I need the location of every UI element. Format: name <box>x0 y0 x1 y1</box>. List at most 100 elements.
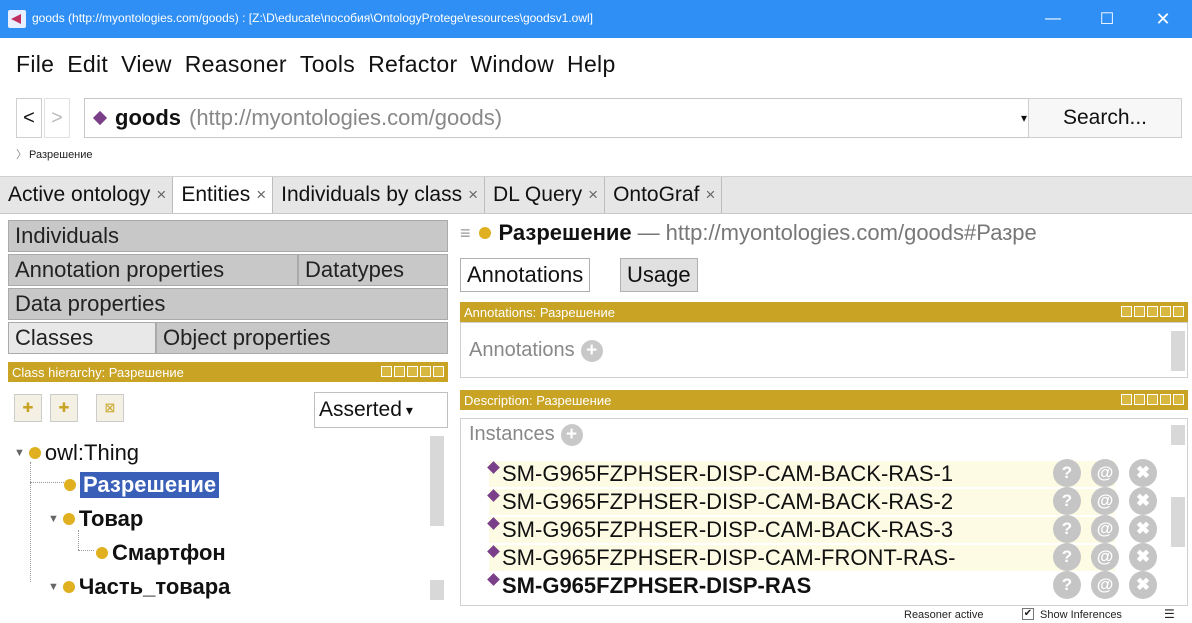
close-button[interactable]: ✕ <box>1140 0 1186 38</box>
delete-button[interactable]: ✖ <box>1129 487 1157 515</box>
tab-active-ontology[interactable]: Active ontology × <box>0 177 174 213</box>
instance-item[interactable]: SM-G965FZPHSER-DISP-CAM-BACK-RAS-1 <box>487 460 1115 487</box>
split-vertical-icon[interactable] <box>1134 394 1145 405</box>
split-vertical-icon[interactable] <box>1134 306 1145 317</box>
instance-item[interactable]: SM-G965FZPHSER-DISP-CAM-BACK-RAS-2 <box>487 488 1115 515</box>
maximize-button[interactable]: ☐ <box>1084 0 1130 38</box>
instance-item[interactable]: SM-G965FZPHSER-DISP-RAS <box>487 572 1115 599</box>
close-view-icon[interactable] <box>433 366 444 377</box>
float-icon[interactable] <box>1160 306 1171 317</box>
forward-button[interactable]: > <box>44 98 70 138</box>
menu-view[interactable]: View <box>121 51 172 78</box>
menu-tools[interactable]: Tools <box>300 51 355 78</box>
delete-button[interactable]: ✖ <box>1129 515 1157 543</box>
instances-scrollbar[interactable] <box>1171 425 1185 445</box>
menu-help[interactable]: Help <box>567 51 616 78</box>
add-subclass-button[interactable]: ✚ <box>14 394 42 422</box>
back-button[interactable]: < <box>16 98 42 138</box>
delete-button[interactable]: ✖ <box>1129 571 1157 599</box>
float-icon[interactable] <box>420 366 431 377</box>
close-tab-icon[interactable]: × <box>705 185 715 205</box>
close-view-icon[interactable] <box>1173 306 1184 317</box>
annotate-button[interactable]: @ <box>1091 487 1119 515</box>
hamburger-icon[interactable]: ≡ <box>460 223 471 244</box>
instances-scrollbar-thumb[interactable] <box>1171 497 1185 547</box>
tab-individuals[interactable]: Individuals <box>8 220 448 252</box>
help-icon[interactable] <box>381 366 392 377</box>
annotate-button[interactable]: @ <box>1091 543 1119 571</box>
tab-classes[interactable]: Classes <box>8 322 156 354</box>
explain-button[interactable]: ? <box>1053 543 1081 571</box>
explain-button[interactable]: ? <box>1053 515 1081 543</box>
menu-refactor[interactable]: Refactor <box>368 51 457 78</box>
tab-ontograf[interactable]: OntoGraf × <box>605 177 723 213</box>
tab-annotation-properties[interactable]: Annotation properties <box>8 254 298 286</box>
tab-entities[interactable]: Entities × <box>173 177 274 213</box>
breadcrumb[interactable]: 〉 Разрешение <box>16 146 93 162</box>
tree-node-chast-tovara[interactable]: ▼ Часть_товара <box>48 574 230 600</box>
annotate-button[interactable]: @ <box>1091 515 1119 543</box>
individual-icon <box>487 460 500 474</box>
explain-button[interactable]: ? <box>1053 571 1081 599</box>
close-tab-icon[interactable]: × <box>468 185 478 205</box>
add-annotation-icon[interactable]: + <box>580 339 603 362</box>
breadcrumb-item[interactable]: Разрешение <box>29 149 93 161</box>
instance-label: SM-G965FZPHSER-DISP-CAM-BACK-RAS-1 <box>502 461 954 486</box>
instance-item[interactable]: SM-G965FZPHSER-DISP-CAM-BACK-RAS-3 <box>487 516 1115 543</box>
annotations-header: Annotations: Разрешение <box>460 302 1188 322</box>
tab-usage[interactable]: Usage <box>620 258 698 292</box>
annotate-button[interactable]: @ <box>1091 459 1119 487</box>
explain-button[interactable]: ? <box>1053 459 1081 487</box>
delete-class-button[interactable]: ⊠ <box>96 394 124 422</box>
split-horizontal-icon[interactable] <box>1147 394 1158 405</box>
instance-item[interactable]: SM-G965FZPHSER-DISP-CAM-FRONT-RAS- <box>487 544 1115 571</box>
show-inferences-checkbox[interactable]: ✔ <box>1022 608 1034 620</box>
expand-toggle-icon[interactable]: ▼ <box>48 513 59 525</box>
tree-guide <box>30 482 66 483</box>
tab-annotations[interactable]: Annotations <box>460 258 591 292</box>
description-header-title: Description: Разрешение <box>464 392 612 408</box>
menu-reasoner[interactable]: Reasoner <box>185 51 287 78</box>
annotations-scrollbar[interactable] <box>1171 331 1185 371</box>
tree-node-owl-thing[interactable]: ▼ owl:Thing <box>14 440 139 466</box>
delete-button[interactable]: ✖ <box>1129 543 1157 571</box>
menu-edit[interactable]: Edit <box>67 51 108 78</box>
expand-toggle-icon[interactable]: ▼ <box>14 447 25 459</box>
menu-file[interactable]: File <box>16 51 54 78</box>
tree-scrollbar[interactable] <box>430 436 444 526</box>
close-tab-icon[interactable]: × <box>156 185 166 205</box>
add-instance-icon[interactable]: + <box>560 423 583 446</box>
explain-button[interactable]: ? <box>1053 487 1081 515</box>
log-icon[interactable]: ☰ <box>1164 607 1175 621</box>
chevron-down-icon[interactable]: ▾ <box>1021 111 1027 125</box>
tree-node-razreshenie[interactable]: Разрешение <box>64 472 220 498</box>
split-vertical-icon[interactable] <box>394 366 405 377</box>
annotate-button[interactable]: @ <box>1091 571 1119 599</box>
tab-object-properties[interactable]: Object properties <box>156 322 448 354</box>
split-horizontal-icon[interactable] <box>407 366 418 377</box>
help-icon[interactable] <box>1121 306 1132 317</box>
search-button[interactable]: Search... <box>1028 98 1182 138</box>
tab-datatypes[interactable]: Datatypes <box>298 254 448 286</box>
minimize-button[interactable]: — <box>1030 0 1076 38</box>
tree-node-tovar[interactable]: ▼ Товар <box>48 506 143 532</box>
close-tab-icon[interactable]: × <box>588 185 598 205</box>
ontology-address-field[interactable]: goods (http://myontologies.com/goods) ▾ <box>84 98 1034 138</box>
float-icon[interactable] <box>1160 394 1171 405</box>
tab-label: Active ontology <box>8 183 151 206</box>
tab-individuals-by-class[interactable]: Individuals by class × <box>273 177 486 213</box>
tree-node-smartfon[interactable]: Смартфон <box>96 540 226 566</box>
delete-button[interactable]: ✖ <box>1129 459 1157 487</box>
menu-window[interactable]: Window <box>470 51 554 78</box>
close-view-icon[interactable] <box>1173 394 1184 405</box>
help-icon[interactable] <box>1121 394 1132 405</box>
close-tab-icon[interactable]: × <box>256 185 266 205</box>
tab-data-properties[interactable]: Data properties <box>8 288 448 320</box>
reasoner-status: Reasoner active <box>904 609 984 621</box>
split-horizontal-icon[interactable] <box>1147 306 1158 317</box>
add-sibling-button[interactable]: ✚ <box>50 394 78 422</box>
hierarchy-mode-select[interactable]: Asserted ▾ <box>314 392 448 428</box>
expand-toggle-icon[interactable]: ▼ <box>48 581 59 593</box>
tree-scrollbar-thumb[interactable] <box>430 580 444 600</box>
tab-dl-query[interactable]: DL Query × <box>485 177 606 213</box>
